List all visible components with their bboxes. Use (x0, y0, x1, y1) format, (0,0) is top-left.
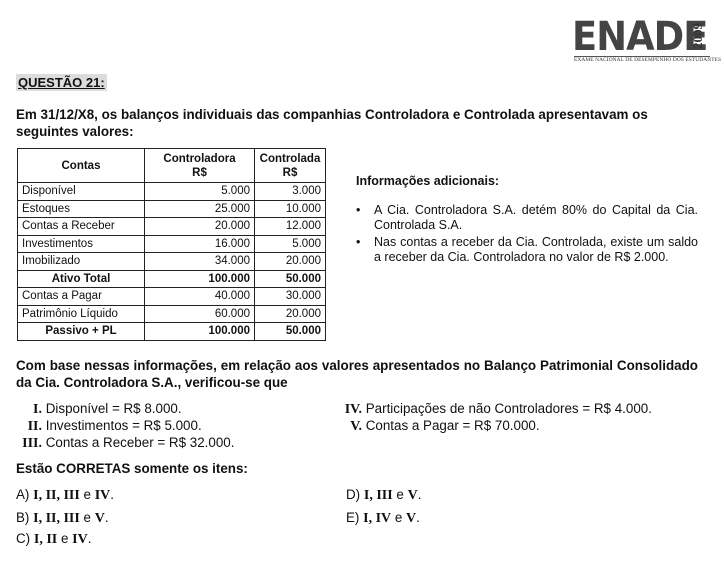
cell-controladora: 5.000 (144, 182, 255, 201)
cell-controladora: 60.000 (144, 304, 255, 323)
cell-controladora: 25.000 (144, 199, 255, 218)
cell-controladora: 34.000 (144, 252, 255, 271)
statement-text: Disponível = R$ 8.000. (45, 401, 182, 416)
statement-numeral: I. (33, 402, 42, 417)
table-row: Imobilizado 34.000 20.000 (17, 252, 326, 271)
cell-conta: Ativo Total (17, 269, 145, 288)
enade-logo: ENADE 2009 EXAME NACIONAL DE DESEMPENHO … (572, 12, 721, 63)
option-c[interactable]: C) I, II e IV. (16, 530, 91, 548)
cell-conta: Contas a Receber (17, 217, 145, 236)
balance-table: Contas Controladora R$ Controlada R$ Dis… (17, 148, 326, 341)
option-d[interactable]: D) I, III e V. (346, 486, 421, 504)
header-controladora: Controladora R$ (144, 148, 255, 183)
option-b[interactable]: B) I, II, III e V. (16, 509, 109, 527)
cell-controlada: 10.000 (254, 199, 326, 218)
option-e[interactable]: E) I, IV e V. (346, 509, 420, 527)
table-row: Disponível 5.000 3.000 (17, 182, 326, 201)
statement-i: I. Disponível = R$ 8.000. (20, 400, 182, 418)
logo-year: 2009 (690, 23, 705, 49)
statement-numeral: V. (350, 419, 362, 434)
logo-subtitle: EXAME NACIONAL DE DESEMPENHO DOS ESTUDAN… (574, 57, 722, 63)
cell-conta: Disponível (17, 182, 145, 201)
table-row: Estoques 25.000 10.000 (17, 199, 326, 218)
table-row: Contas a Receber 20.000 12.000 (17, 217, 326, 236)
cell-controlada: 20.000 (254, 304, 326, 323)
question-label: QUESTÃO 21: (16, 74, 107, 91)
cell-controlada: 12.000 (254, 217, 326, 236)
statement-text: Contas a Pagar = R$ 70.000. (365, 418, 540, 433)
bullet-icon: • (356, 202, 361, 217)
info-item: • A Cia. Controladora S.A. detém 80% do C… (356, 202, 698, 233)
question-prompt: Com base nessas informações, em relação … (16, 358, 698, 390)
header-contas: Contas (17, 148, 145, 183)
cell-controlada: 20.000 (254, 252, 326, 271)
logo-wordmark: ENADE (572, 14, 708, 60)
statement-v: V. Contas a Pagar = R$ 70.000. (336, 417, 540, 435)
option-a[interactable]: A) I, II, III e IV. (16, 486, 114, 504)
additional-info: Informações adicionais: • A Cia. Controla… (356, 174, 698, 267)
cell-controlada: 50.000 (254, 322, 326, 341)
cell-controladora: 16.000 (144, 234, 255, 253)
table-row: Patrimônio Líquido 60.000 20.000 (17, 304, 326, 323)
bullet-icon: • (356, 234, 361, 249)
header-controlada: Controlada R$ (254, 148, 326, 183)
statement-ii: II. Investimentos = R$ 5.000. (20, 417, 202, 435)
statement-numeral: III. (22, 436, 42, 451)
cell-conta: Imobilizado (17, 252, 145, 271)
cell-conta: Passivo + PL (17, 322, 145, 341)
cell-controlada: 50.000 (254, 269, 326, 288)
cell-controladora: 100.000 (144, 269, 255, 288)
table-row: Passivo + PL 100.000 50.000 (17, 322, 326, 341)
info-list: • A Cia. Controladora S.A. detém 80% do C… (356, 203, 698, 266)
table-row: Contas a Pagar 40.000 30.000 (17, 287, 326, 306)
statement-text: Investimentos = R$ 5.000. (45, 418, 202, 433)
instruction-text: Estão CORRETAS somente os itens: (16, 461, 248, 476)
cell-controlada: 5.000 (254, 234, 326, 253)
cell-conta: Investimentos (17, 234, 145, 253)
table-header-row: Contas Controladora R$ Controlada R$ (17, 148, 326, 183)
cell-controladora: 20.000 (144, 217, 255, 236)
info-item: • Nas contas a receber da Cia. Controlada… (356, 234, 698, 265)
cell-conta: Patrimônio Líquido (17, 304, 145, 323)
statement-text: Contas a Receber = R$ 32.000. (45, 435, 235, 450)
table-row: Ativo Total 100.000 50.000 (17, 269, 326, 288)
statement-iv: IV. Participações de não Controladores =… (336, 400, 652, 418)
question-stem: Em 31/12/X8, os balanços individuais das… (16, 107, 648, 139)
table-row: Investimentos 16.000 5.000 (17, 234, 326, 253)
info-title: Informações adicionais: (356, 174, 500, 188)
cell-controlada: 3.000 (254, 182, 326, 201)
cell-controladora: 100.000 (144, 322, 255, 341)
statement-numeral: II. (27, 419, 42, 434)
cell-controlada: 30.000 (254, 287, 326, 306)
cell-controladora: 40.000 (144, 287, 255, 306)
cell-conta: Estoques (17, 199, 145, 218)
statement-text: Participações de não Controladores = R$ … (365, 401, 652, 416)
statement-numeral: IV. (344, 402, 362, 417)
cell-conta: Contas a Pagar (17, 287, 145, 306)
statement-iii: III. Contas a Receber = R$ 32.000. (16, 434, 234, 452)
